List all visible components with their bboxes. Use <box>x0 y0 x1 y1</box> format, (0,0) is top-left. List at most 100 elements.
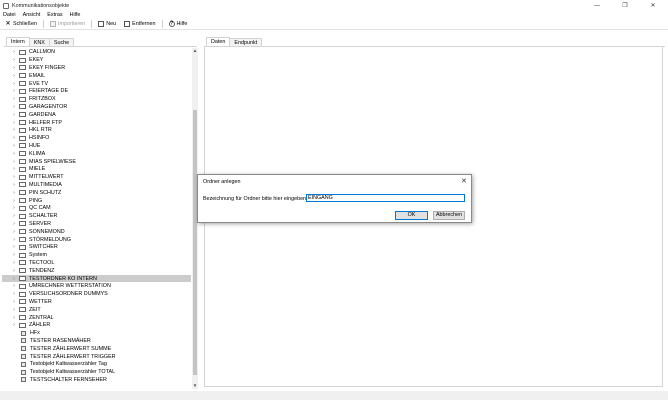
tree-folder[interactable]: › STÖRMELDUNG <box>2 236 191 244</box>
chevron-right-icon[interactable]: › <box>11 291 17 297</box>
chevron-right-icon[interactable]: › <box>11 174 17 180</box>
tree-folder[interactable]: › WETTER <box>2 298 191 306</box>
tree-folder[interactable]: › HSINFO <box>2 134 191 142</box>
tree-object[interactable]: HFx <box>2 329 191 337</box>
tree-folder[interactable]: › SWITCHER <box>2 244 191 252</box>
chevron-right-icon[interactable]: › <box>11 127 17 133</box>
chevron-right-icon[interactable]: › <box>11 120 17 126</box>
tree-folder[interactable]: › VERSUCHSORDNER DUMMYS <box>2 290 191 298</box>
tree-folder[interactable]: › ZEIT <box>2 306 191 314</box>
tree-folder[interactable]: › MIELE <box>2 166 191 174</box>
tree-folder[interactable]: › System <box>2 251 191 259</box>
tab-suche[interactable]: Suche <box>48 38 75 46</box>
tree-folder[interactable]: › HELFER FTP <box>2 119 191 127</box>
chevron-right-icon[interactable]: › <box>11 260 17 266</box>
tree-folder[interactable]: › HUE <box>2 142 191 150</box>
tree-folder[interactable]: › GARAGENTOR <box>2 103 191 111</box>
dialog-close-icon[interactable]: ✕ <box>461 177 467 185</box>
tree-folder[interactable]: › PING <box>2 197 191 205</box>
tab-intern[interactable]: Intern <box>6 37 30 46</box>
tab-endpunkt[interactable]: Endpunkt <box>229 38 263 46</box>
chevron-right-icon[interactable]: › <box>11 315 17 321</box>
chevron-right-icon[interactable]: › <box>11 57 17 63</box>
new-button[interactable]: Neu <box>96 20 118 29</box>
maximize-button[interactable]: ❐ <box>611 0 639 11</box>
chevron-right-icon[interactable]: › <box>11 307 17 313</box>
tree-object[interactable]: TESTSCHALTER FERNSEHER <box>2 376 191 384</box>
chevron-right-icon[interactable]: › <box>11 268 17 274</box>
chevron-right-icon[interactable]: › <box>11 252 17 258</box>
tree-folder[interactable]: › GARDENA <box>2 111 191 119</box>
tree-folder[interactable]: › KLIMA <box>2 150 191 158</box>
tree-folder[interactable]: › FRITZBOX <box>2 95 191 103</box>
chevron-right-icon[interactable]: › <box>11 283 17 289</box>
chevron-right-icon[interactable]: › <box>11 237 17 243</box>
minimize-button[interactable]: — <box>583 0 611 11</box>
import-button[interactable]: Importieren <box>48 20 87 29</box>
tree-object[interactable]: Testobjekt Kaltwasserzähler Tag <box>2 361 191 369</box>
chevron-right-icon[interactable]: › <box>11 135 17 141</box>
chevron-right-icon[interactable]: › <box>11 276 17 282</box>
tree-folder[interactable]: › CALLMON <box>2 49 191 57</box>
tree-folder[interactable]: › EVE TV <box>2 80 191 88</box>
scroll-down-icon[interactable]: ▼ <box>192 383 198 389</box>
menu-extras[interactable]: Extras <box>47 12 62 18</box>
tree-folder[interactable]: › MIAS SPIELWIESE <box>2 158 191 166</box>
tree-folder[interactable]: › MITTELWERT <box>2 173 191 181</box>
menu-hilfe[interactable]: Hilfe <box>70 12 81 18</box>
tree-folder[interactable]: › EMAIL <box>2 72 191 80</box>
chevron-right-icon[interactable]: › <box>11 151 17 157</box>
chevron-right-icon[interactable]: › <box>11 213 17 219</box>
cancel-button[interactable]: Abbrechen <box>433 211 465 220</box>
folder-name-input[interactable] <box>306 194 465 202</box>
help-button[interactable]: ? Hilfe <box>167 20 190 29</box>
chevron-right-icon[interactable]: › <box>11 112 17 118</box>
tree-folder[interactable]: › TECTOOL <box>2 259 191 267</box>
window-close-button[interactable]: ✕ <box>639 0 667 11</box>
chevron-right-icon[interactable]: › <box>11 104 17 110</box>
tree-folder[interactable]: › EKEY <box>2 56 191 64</box>
tree-folder[interactable]: › HKL RTR <box>2 127 191 135</box>
delete-button[interactable]: Entfernen <box>122 20 157 29</box>
chevron-right-icon[interactable]: › <box>11 190 17 196</box>
tree-folder[interactable]: › QC CAM <box>2 205 191 213</box>
chevron-right-icon[interactable]: › <box>11 182 17 188</box>
tree-folder[interactable]: › PIN SCHUTZ <box>2 189 191 197</box>
tree-folder[interactable]: › MULTIMEDIA <box>2 181 191 189</box>
tree-object[interactable]: Testobjekt Kaltwasserzähler TOTAL <box>2 368 191 376</box>
chevron-right-icon[interactable]: › <box>11 221 17 227</box>
close-tool-button[interactable]: ✕ Schließen <box>3 20 39 29</box>
chevron-right-icon[interactable]: › <box>11 322 17 328</box>
chevron-right-icon[interactable]: › <box>11 96 17 102</box>
chevron-right-icon[interactable]: › <box>11 65 17 71</box>
tab-knx[interactable]: KNX <box>28 38 50 46</box>
chevron-right-icon[interactable]: › <box>11 73 17 79</box>
tree-folder[interactable]: › SERVER <box>2 220 191 228</box>
chevron-right-icon[interactable]: › <box>11 166 17 172</box>
chevron-right-icon[interactable]: › <box>11 143 17 149</box>
tree-object[interactable]: TESTER ZÄHLERWERT TRIGGER <box>2 353 191 361</box>
chevron-right-icon[interactable]: › <box>11 88 17 94</box>
tree-folder[interactable]: › TESTORDNER KO INTERN <box>2 274 191 283</box>
scroll-up-icon[interactable]: ▲ <box>192 48 198 54</box>
tree-object[interactable]: TESTER RASENMÄHER <box>2 337 191 345</box>
chevron-right-icon[interactable]: › <box>11 159 17 165</box>
tree-folder[interactable]: › ZENTRAL <box>2 314 191 322</box>
chevron-right-icon[interactable]: › <box>11 299 17 305</box>
chevron-right-icon[interactable]: › <box>11 229 17 235</box>
chevron-right-icon[interactable]: › <box>11 244 17 250</box>
tree-folder[interactable]: › ZÄHLER <box>2 322 191 330</box>
menu-datei[interactable]: Datei <box>3 12 16 18</box>
chevron-right-icon[interactable]: › <box>11 49 17 55</box>
menu-ansicht[interactable]: Ansicht <box>23 12 41 18</box>
tree-folder[interactable]: › SONNEMOND <box>2 228 191 236</box>
tree-folder[interactable]: › EKEY FINGER <box>2 64 191 72</box>
chevron-right-icon[interactable]: › <box>11 198 17 204</box>
tree-folder[interactable]: › TENDENZ <box>2 267 191 275</box>
ok-button[interactable]: OK <box>395 211 428 220</box>
tab-daten[interactable]: Daten <box>206 37 231 46</box>
tree-object[interactable]: TESTER ZÄHLERWERT SUMME <box>2 345 191 353</box>
tree-folder[interactable]: › FEIERTAGE DE <box>2 88 191 96</box>
tree-folder[interactable]: › SCHALTER <box>2 212 191 220</box>
scroll-thumb[interactable] <box>193 110 197 375</box>
